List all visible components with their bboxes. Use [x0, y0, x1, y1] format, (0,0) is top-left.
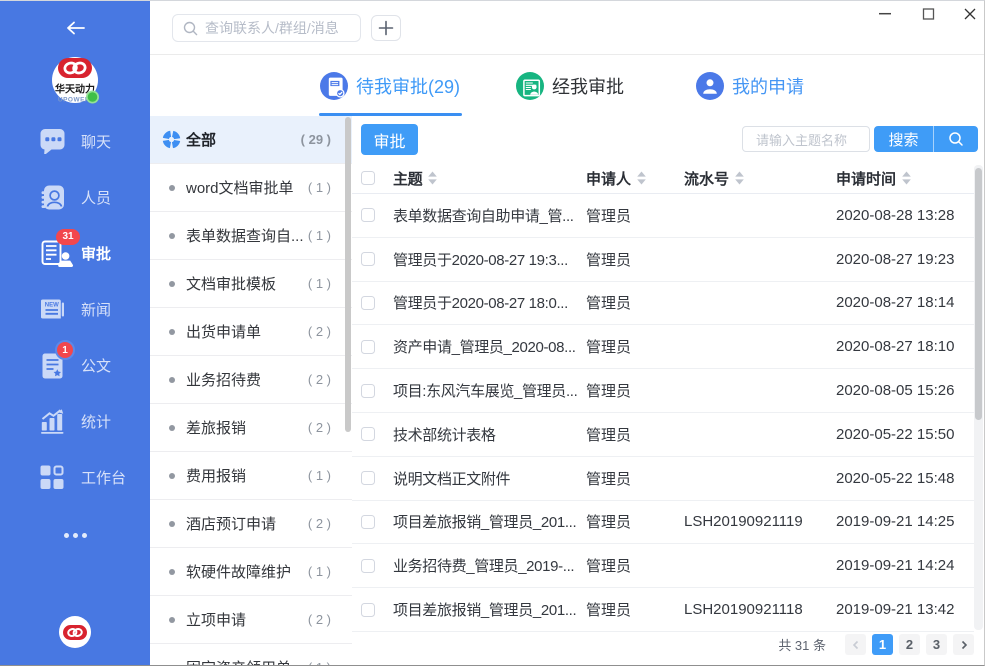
svg-text:NEW: NEW — [45, 302, 59, 308]
svg-text:UPOWER: UPOWER — [58, 97, 90, 104]
